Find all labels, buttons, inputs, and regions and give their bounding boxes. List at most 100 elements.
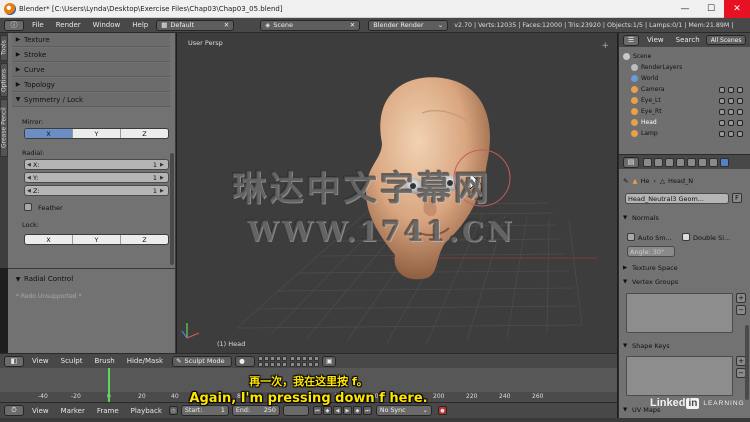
tab-object[interactable] (687, 157, 696, 167)
lock-z-button[interactable]: Z (121, 235, 168, 244)
double-sided-checkbox[interactable] (682, 233, 690, 241)
viewport-corner-widget-icon[interactable]: + (601, 41, 609, 51)
outliner-item-lamp[interactable]: Lamp (631, 128, 747, 139)
increment-arrow-icon[interactable]: ▶ (160, 175, 166, 181)
tab-options[interactable]: Options (0, 63, 8, 97)
feather-checkbox[interactable] (24, 203, 32, 211)
mode-select[interactable]: ✎ Sculpt Mode (172, 355, 233, 367)
visibility-toggles[interactable] (719, 86, 743, 93)
visibility-toggles[interactable] (719, 97, 743, 104)
tab-tools[interactable]: Tools (0, 35, 8, 61)
outliner-item-camera[interactable]: Camera (631, 84, 747, 95)
tab-modifiers[interactable] (709, 157, 718, 167)
jump-start-icon[interactable]: ⏮ (312, 406, 322, 415)
panel-topology[interactable]: ▶ Topology (12, 78, 170, 92)
lock-y-button[interactable]: Y (73, 235, 121, 244)
menu-frame[interactable]: Frame (91, 407, 125, 415)
tab-render[interactable] (643, 157, 652, 167)
minimize-button[interactable]: — (672, 0, 698, 18)
increment-arrow-icon[interactable]: ▶ (160, 162, 166, 168)
mirror-z-button[interactable]: Z (121, 129, 168, 138)
section-vertex-groups[interactable]: ▼ Vertex Groups (623, 276, 739, 288)
render-engine-select[interactable]: Blender Render ⌄ (368, 19, 449, 31)
next-keyframe-icon[interactable]: ◆ (352, 406, 362, 415)
3d-viewport[interactable]: User Persp (1) Head + 琳达中文字幕网 WWW.1741.C… (177, 33, 617, 353)
section-shape-keys[interactable]: ▼ Shape Keys (623, 340, 739, 352)
lock-x-button[interactable]: X (25, 235, 73, 244)
mirror-y-button[interactable]: Y (73, 129, 121, 138)
menu-playback[interactable]: Playback (125, 407, 168, 415)
start-frame-field[interactable]: Start: 1 (180, 405, 229, 416)
pin-icon[interactable]: ✎ (623, 177, 628, 185)
jump-end-icon[interactable]: ⏭ (362, 406, 372, 415)
panel-curve[interactable]: ▶ Curve (12, 63, 170, 77)
sync-select[interactable]: No Sync ⌄ (375, 405, 432, 416)
scene-select[interactable]: ◈ Scene ✕ (260, 19, 361, 31)
angle-field[interactable]: Angle: 30° (627, 246, 675, 257)
tab-scene[interactable] (665, 157, 674, 167)
maximize-button[interactable]: ☐ (698, 0, 724, 18)
section-texture-space[interactable]: ▶ Texture Space (623, 262, 739, 274)
outliner-item-world[interactable]: World (631, 73, 658, 84)
outliner-item-eye-lt[interactable]: Eye_Lt (631, 95, 747, 106)
panel-stroke[interactable]: ▶ Stroke (12, 48, 170, 62)
mesh-datablock-field[interactable]: Head_Neutral3 Geom... (625, 193, 729, 204)
menu-help[interactable]: Help (126, 21, 154, 29)
remove-vertex-group-button[interactable]: − (736, 305, 746, 315)
menu-hide-mask[interactable]: Hide/Mask (121, 357, 169, 365)
increment-arrow-icon[interactable]: ▶ (160, 188, 166, 194)
editor-type-icon[interactable]: ◧ (4, 355, 24, 367)
editor-type-icon[interactable]: ⓘ (4, 19, 24, 31)
visibility-toggles[interactable] (719, 119, 743, 126)
shape-keys-list[interactable] (626, 356, 733, 396)
menu-window[interactable]: Window (87, 21, 127, 29)
outliner-search-menu[interactable]: Search (670, 36, 706, 44)
properties-scrollbar[interactable] (745, 325, 749, 400)
layer-buttons[interactable] (258, 355, 288, 367)
vertex-groups-list[interactable] (626, 293, 733, 333)
fake-user-button[interactable]: F (732, 193, 742, 203)
mirror-x-button[interactable]: X (25, 129, 73, 138)
panel-symmetry-lock[interactable]: ▼ Symmetry / Lock (12, 93, 170, 107)
tab-grease-pencil[interactable]: Grease Pencil (0, 99, 8, 157)
tab-constraints[interactable] (698, 157, 707, 167)
section-normals[interactable]: ▼ Normals (623, 212, 739, 224)
add-vertex-group-button[interactable]: + (736, 293, 746, 303)
preview-range-icon[interactable]: ◷ (168, 406, 178, 415)
prev-keyframe-icon[interactable]: ◆ (322, 406, 332, 415)
editor-type-icon[interactable]: ☰ (623, 34, 639, 46)
outliner-item-eye-rt[interactable]: Eye_Rt (631, 106, 747, 117)
visibility-toggles[interactable] (719, 108, 743, 115)
tab-world[interactable] (676, 157, 685, 167)
screen-layout-select[interactable]: ▦ Default ✕ (156, 19, 235, 31)
menu-sculpt[interactable]: Sculpt (55, 357, 89, 365)
radial-x-field[interactable]: ◀ X: 1 ▶ (24, 159, 169, 170)
auto-smooth-checkbox[interactable] (627, 233, 635, 241)
outliner-item-renderlayers[interactable]: RenderLayers (631, 62, 682, 73)
close-button[interactable]: ✕ (724, 0, 750, 18)
panel-texture[interactable]: ▶ Texture (12, 33, 170, 47)
play-reverse-icon[interactable]: ◀ (332, 406, 342, 415)
outliner-item-head[interactable]: Head (631, 117, 747, 128)
layer-buttons-2[interactable] (290, 355, 320, 367)
record-icon[interactable]: ● (437, 406, 447, 415)
remove-scene-icon[interactable]: ✕ (346, 21, 355, 29)
radial-z-field[interactable]: ◀ Z: 1 ▶ (24, 185, 169, 196)
render-preview-icon[interactable]: ▣ (322, 355, 337, 367)
remove-layout-icon[interactable]: ✕ (220, 21, 229, 29)
tab-mesh-data[interactable] (720, 157, 729, 167)
display-mode-select[interactable]: All Scenes (705, 35, 747, 45)
editor-type-icon[interactable]: ⏱ (4, 405, 24, 416)
menu-view[interactable]: View (26, 357, 55, 365)
outliner-item-scene[interactable]: Scene (623, 51, 651, 62)
editor-type-icon[interactable]: ▤ (623, 156, 639, 168)
play-icon[interactable]: ▶ (342, 406, 352, 415)
end-frame-field[interactable]: End: 250 (231, 405, 280, 416)
menu-file[interactable]: File (26, 21, 50, 29)
tool-shelf-scrollbar[interactable] (170, 153, 174, 265)
outliner-view-menu[interactable]: View (641, 36, 670, 44)
menu-marker[interactable]: Marker (55, 407, 91, 415)
tab-render-layers[interactable] (654, 157, 663, 167)
radial-y-field[interactable]: ◀ Y: 1 ▶ (24, 172, 169, 183)
menu-render[interactable]: Render (50, 21, 87, 29)
